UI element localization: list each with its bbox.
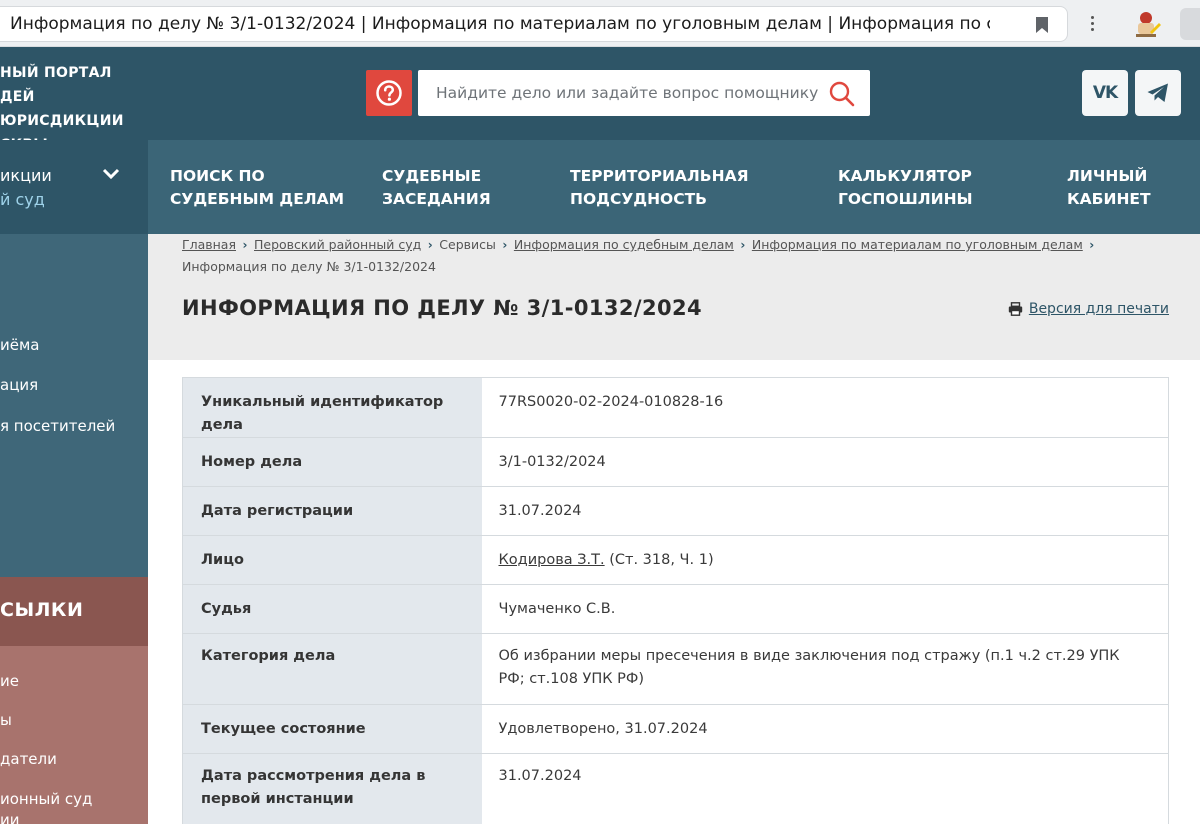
nav-item-account[interactable]: ЛИЧНЫЙ КАБИНЕТ: [1067, 165, 1151, 211]
sidebar-item[interactable]: я посетителей: [0, 417, 115, 435]
row-key: Категория дела: [182, 633, 482, 705]
table-row: Текущее состояние Удовлетворено, 31.07.2…: [182, 704, 1169, 754]
vk-icon: VK: [1092, 83, 1118, 103]
telegram-button[interactable]: [1135, 70, 1181, 116]
table-row: Уникальный идентификатор дела 77RS0020-0…: [182, 377, 1169, 438]
nav-item-jurisdiction[interactable]: ТЕРРИТОРИАЛЬНАЯ ПОДСУДНОСТЬ: [570, 165, 749, 211]
nav-item-label: ПОИСК ПО: [170, 167, 265, 185]
table-row: Лицо Кодирова З.Т. (Ст. 318, Ч. 1): [182, 535, 1169, 585]
court-selector-value: й суд: [0, 190, 45, 209]
search-input[interactable]: [418, 70, 818, 116]
row-value: 77RS0020-02-2024-010828-16: [481, 377, 1169, 438]
person-link[interactable]: Кодирова З.Т.: [499, 552, 605, 568]
row-key: Лицо: [182, 535, 482, 585]
breadcrumb-item[interactable]: Информация по судебным делам: [514, 237, 734, 252]
browser-side-panel: [1180, 8, 1200, 40]
court-selector-label: икции: [0, 166, 52, 185]
page-title: ИНФОРМАЦИЯ ПО ДЕЛУ № 3/1-0132/2024: [182, 296, 702, 320]
sidebar-section-header: СЫЛКИ: [0, 577, 148, 646]
case-info-table: Уникальный идентификатор дела 77RS0020-0…: [182, 377, 1169, 824]
chevron-right-icon: ›: [740, 238, 746, 252]
vk-button[interactable]: VK: [1082, 70, 1128, 116]
row-value: Удовлетворено, 31.07.2024: [481, 704, 1169, 754]
breadcrumb-item: Сервисы: [439, 237, 496, 252]
chevron-right-icon: ›: [427, 238, 433, 252]
sidebar: иёма ация я посетителей: [0, 234, 148, 577]
nav-item-label: ТЕРРИТОРИАЛЬНАЯ: [570, 167, 749, 185]
nav-menu: ПОИСК ПО СУДЕБНЫМ ДЕЛАМ СУДЕБНЫЕ ЗАСЕДАН…: [148, 140, 1200, 234]
content-header: Главная › Перовский районный суд › Сервисы › И…: [148, 234, 1200, 360]
nav-item-case-search[interactable]: ПОИСК ПО СУДЕБНЫМ ДЕЛАМ: [170, 165, 344, 211]
nav-item-label: ГОСПОШЛИНЫ: [838, 190, 973, 208]
browser-tab-bar: Информация по делу № 3/1-0132/2024 | Инф…: [0, 0, 1200, 47]
sidebar-link[interactable]: ии: [0, 811, 20, 824]
more-options-icon[interactable]: [1082, 8, 1102, 38]
sidebar-links: ие ы датели ионный суд ии: [0, 646, 148, 824]
row-value: 31.07.2024: [481, 753, 1169, 824]
sidebar-link[interactable]: ы: [0, 711, 12, 729]
sidebar-item[interactable]: ация: [0, 376, 38, 394]
chevron-right-icon: ›: [242, 238, 248, 252]
breadcrumb-item[interactable]: Перовский районный суд: [254, 237, 421, 252]
question-icon: [376, 80, 402, 106]
row-value: 31.07.2024: [481, 486, 1169, 536]
portal-title-line: НЫЙ ПОРТАЛ: [0, 65, 112, 81]
sidebar-link[interactable]: датели: [0, 750, 57, 768]
row-value: 3/1-0132/2024: [481, 437, 1169, 487]
breadcrumb: Главная › Перовский районный суд › Сервисы › И…: [182, 234, 1182, 278]
chevron-down-icon[interactable]: [101, 167, 121, 181]
chevron-right-icon: ›: [1089, 238, 1095, 252]
extension-icon[interactable]: [1132, 10, 1162, 38]
sidebar-link[interactable]: ионный суд: [0, 790, 92, 808]
nav-item-fee-calculator[interactable]: КАЛЬКУЛЯТОР ГОСПОШЛИНЫ: [838, 165, 973, 211]
court-selector[interactable]: икции й суд: [0, 140, 148, 234]
nav-item-label: СУДЕБНЫЕ: [382, 167, 482, 185]
sidebar-item[interactable]: иёма: [0, 336, 40, 354]
row-value: Чумаченко С.В.: [481, 584, 1169, 634]
print-version-link[interactable]: Версия для печати: [1008, 301, 1169, 317]
site-header: НЫЙ ПОРТАЛ ДЕЙ ЮРИСДИКЦИИ СКВЫ VK: [0, 47, 1200, 153]
row-key: Текущее состояние: [182, 704, 482, 754]
browser-tab-title: Информация по делу № 3/1-0132/2024 | Инф…: [10, 14, 990, 34]
table-row: Номер дела 3/1-0132/2024: [182, 437, 1169, 487]
breadcrumb-item[interactable]: Главная: [182, 237, 236, 252]
print-version-label: Версия для печати: [1028, 301, 1169, 317]
nav-item-label: КАБИНЕТ: [1067, 190, 1151, 208]
row-value: Об избрании меры пресечения в виде заклю…: [481, 633, 1169, 705]
article-text: (Ст. 318, Ч. 1): [604, 552, 714, 568]
chevron-right-icon: ›: [502, 238, 508, 252]
table-row: Дата рассмотрения дела в первой инстанци…: [182, 753, 1169, 824]
row-key: Номер дела: [182, 437, 482, 487]
table-row: Дата регистрации 31.07.2024: [182, 486, 1169, 536]
table-row: Судья Чумаченко С.В.: [182, 584, 1169, 634]
row-key: Дата регистрации: [182, 486, 482, 536]
main-nav: икции й суд ПОИСК ПО СУДЕБНЫМ ДЕЛАМ СУДЕ…: [0, 140, 1200, 234]
table-row: Категория дела Об избрании меры пресечен…: [182, 633, 1169, 705]
telegram-icon: [1147, 83, 1168, 102]
nav-item-label: КАЛЬКУЛЯТОР: [838, 167, 972, 185]
sidebar-link[interactable]: ие: [0, 672, 19, 690]
row-key: Судья: [182, 584, 482, 634]
nav-item-label: ПОДСУДНОСТЬ: [570, 190, 707, 208]
breadcrumb-item[interactable]: Информация по материалам по уголовным де…: [752, 237, 1083, 252]
nav-item-label: ЛИЧНЫЙ: [1067, 167, 1148, 185]
sidebar-section-title: СЫЛКИ: [0, 599, 84, 621]
nav-item-label: ЗАСЕДАНИЯ: [382, 190, 491, 208]
row-key: Уникальный идентификатор дела: [182, 377, 482, 438]
browser-tab[interactable]: Информация по делу № 3/1-0132/2024 | Инф…: [0, 6, 1068, 42]
nav-item-label: СУДЕБНЫМ ДЕЛАМ: [170, 190, 345, 208]
printer-icon: [1008, 302, 1023, 316]
breadcrumb-current: Информация по делу № 3/1-0132/2024: [182, 259, 436, 274]
search-box: [418, 70, 870, 116]
row-key: Дата рассмотрения дела в первой инстанци…: [182, 753, 482, 824]
help-button[interactable]: [366, 70, 412, 116]
bookmark-icon[interactable]: [1035, 16, 1049, 34]
row-value: Кодирова З.Т. (Ст. 318, Ч. 1): [481, 535, 1169, 585]
nav-item-court-sessions[interactable]: СУДЕБНЫЕ ЗАСЕДАНИЯ: [382, 165, 491, 211]
portal-title-line: ДЕЙ ЮРИСДИКЦИИ: [0, 89, 124, 129]
search-icon[interactable]: [828, 80, 856, 108]
